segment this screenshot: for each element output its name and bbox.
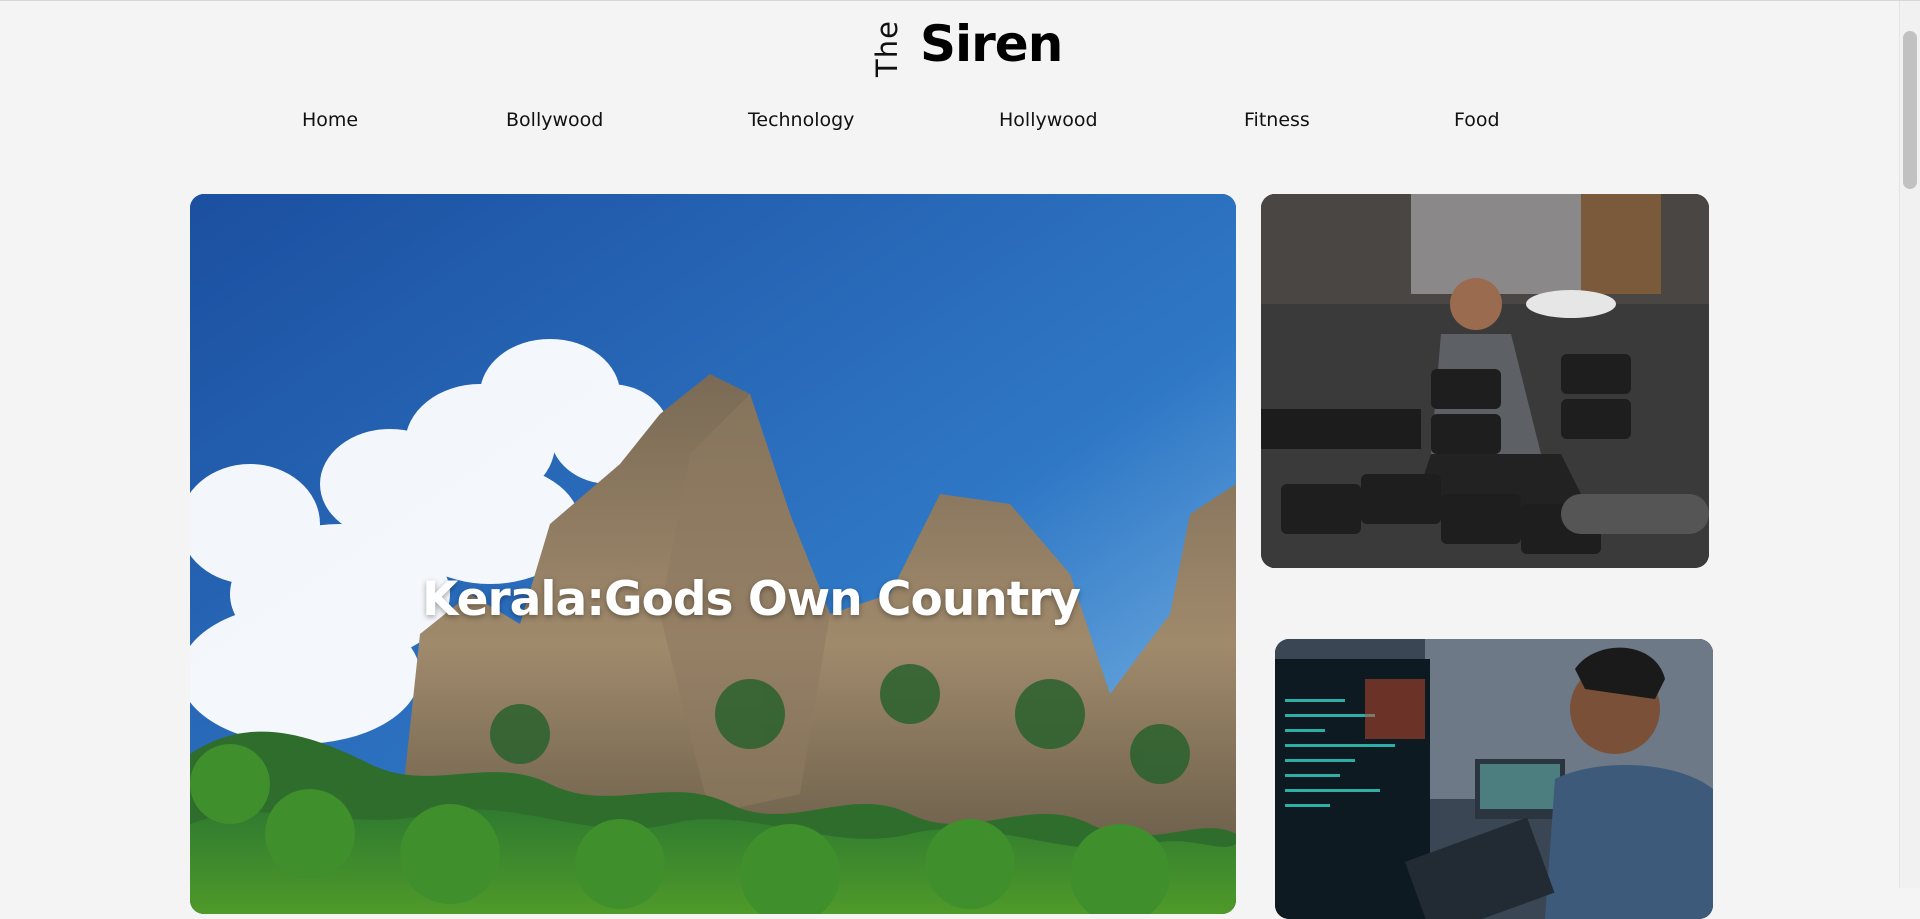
nav-item-food[interactable]: Food xyxy=(1454,109,1500,131)
hero-title[interactable]: Kerala:Gods Own Country xyxy=(422,572,1081,627)
nav-item-home[interactable]: Home xyxy=(302,109,358,131)
nav-item-technology[interactable]: Technology xyxy=(748,109,854,131)
nav-item-bollywood[interactable]: Bollywood xyxy=(506,109,603,131)
main-nav: Home Bollywood Technology Hollywood Fitn… xyxy=(0,109,1900,139)
technology-card[interactable] xyxy=(1275,639,1713,919)
fitness-image xyxy=(1261,194,1709,568)
nav-item-hollywood[interactable]: Hollywood xyxy=(999,109,1098,131)
scrollbar-thumb[interactable] xyxy=(1903,31,1917,189)
logo-the: The xyxy=(870,20,904,77)
nav-item-fitness[interactable]: Fitness xyxy=(1244,109,1310,131)
hero-card[interactable]: Kerala:Gods Own Country xyxy=(190,194,1236,914)
fitness-card[interactable] xyxy=(1261,194,1709,568)
hero-image xyxy=(190,194,1236,914)
logo-siren: Siren xyxy=(920,15,1063,73)
technology-image xyxy=(1275,639,1713,919)
vertical-scrollbar[interactable] xyxy=(1899,1,1920,888)
